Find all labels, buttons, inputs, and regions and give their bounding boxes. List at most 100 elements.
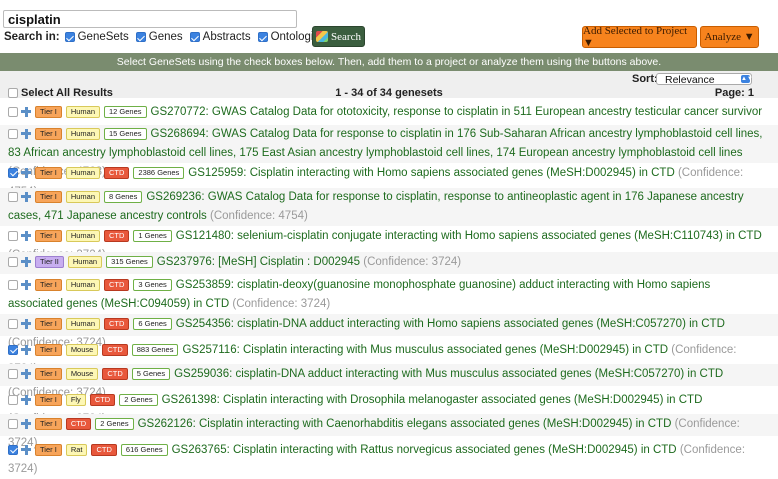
geneset-title-link[interactable]: Cisplatin interacting with Caenorhabditi…	[199, 418, 671, 430]
add-geneset-icon[interactable]	[21, 368, 31, 379]
result-checkbox[interactable]	[8, 344, 18, 355]
ctd-badge: CTD	[104, 278, 130, 291]
result-checkbox[interactable]	[8, 256, 18, 267]
species-badge: Rat	[65, 443, 88, 456]
result-checkbox[interactable]	[8, 394, 18, 405]
gene-count-badge: 2386 Genes	[133, 166, 185, 179]
result-checkbox[interactable]	[8, 368, 18, 379]
gene-count-badge: 2 Genes	[95, 417, 134, 430]
search-input[interactable]: cisplatin	[3, 10, 297, 28]
result-checkbox[interactable]	[8, 128, 18, 139]
geneset-title-link[interactable]: Cisplatin interacting with Homo sapiens …	[250, 167, 675, 179]
result-row: Tier II Human 315 Genes GS237976: [MeSH] Ci…	[0, 252, 778, 274]
geneset-id-link[interactable]: GS269236:	[146, 191, 204, 203]
species-badge: Human	[65, 229, 100, 242]
geneset-title-link[interactable]: cisplatin-DNA adduct interacting with Mu…	[236, 368, 724, 380]
result-lead	[8, 106, 35, 117]
add-to-project-button[interactable]: Add Selected to Project ▼	[582, 25, 697, 49]
geneset-id-link[interactable]: GS262126:	[138, 418, 196, 430]
tier-badge: Tier I	[35, 417, 62, 430]
result-checkbox[interactable]	[8, 191, 18, 202]
geneset-title-link[interactable]: [MeSH] Cisplatin : D002945	[218, 256, 360, 268]
add-geneset-icon[interactable]	[21, 191, 31, 202]
analyze-button[interactable]: Analyze ▼	[700, 26, 759, 48]
geneset-title-link[interactable]: Cisplatin interacting with Rattus norveg…	[233, 444, 677, 456]
checkbox-abstracts[interactable]	[189, 32, 200, 42]
result-checkbox[interactable]	[8, 279, 18, 290]
result-lead	[8, 444, 35, 455]
tier-badge: Tier I	[35, 343, 62, 356]
confidence-label: (Confidence: 3724)	[363, 256, 462, 268]
result-row: Tier I Human CTD 3 Genes GS253859: cisplatin…	[0, 276, 778, 314]
select-arrows-icon: ▲▼	[741, 75, 753, 83]
result-row: Tier I Rat CTD 616 Genes GS263765: Cisplatin…	[0, 440, 778, 475]
add-geneset-icon[interactable]	[21, 344, 31, 355]
ctd-badge: CTD	[102, 343, 128, 356]
search-button-label: Search	[331, 30, 361, 43]
geneset-id-link[interactable]: GS121480:	[176, 230, 234, 242]
search-logo-icon	[316, 31, 329, 42]
search-button[interactable]: Search	[312, 26, 365, 47]
add-geneset-icon[interactable]	[21, 394, 31, 405]
add-geneset-icon[interactable]	[21, 106, 31, 117]
result-lead	[8, 256, 35, 267]
result-lead	[8, 167, 35, 178]
option-genes-label: Genes	[148, 31, 183, 43]
checkbox-genes[interactable]	[135, 32, 146, 42]
geneset-title-link[interactable]: Cisplatin interacting with Mus musculus …	[243, 344, 668, 356]
result-row: Tier I CTD 2 Genes GS262126: Cisplatin inte…	[0, 414, 778, 449]
add-geneset-icon[interactable]	[21, 318, 31, 329]
result-lead	[8, 318, 35, 329]
tier-badge: Tier I	[35, 105, 62, 118]
result-checkbox[interactable]	[8, 167, 18, 178]
tier-badge: Tier I	[35, 367, 62, 380]
add-geneset-icon[interactable]	[21, 256, 31, 267]
result-checkbox[interactable]	[8, 418, 18, 429]
geneset-id-link[interactable]: GS259036:	[174, 368, 232, 380]
result-checkbox[interactable]	[8, 318, 18, 329]
geneset-id-link[interactable]: GS263765:	[172, 444, 230, 456]
gene-count-badge: 2 Genes	[119, 393, 158, 406]
geneset-id-link[interactable]: GS254356:	[176, 318, 234, 330]
geneset-id-link[interactable]: GS237976:	[157, 256, 215, 268]
geneset-id-link[interactable]: GS261398:	[162, 394, 220, 406]
results-controls: Sort: Relevance ▲▼ Select All Results 1 -…	[0, 71, 778, 99]
option-abstracts[interactable]: Abstracts	[189, 31, 251, 43]
result-row: Tier I Human CTD 6 Genes GS254356: cisplatin…	[0, 314, 778, 349]
result-checkbox[interactable]	[8, 230, 18, 241]
geneset-title-link[interactable]: Cisplatin interacting with Drosophila me…	[223, 394, 702, 406]
option-genesets[interactable]: GeneSets	[64, 31, 129, 43]
result-lead	[8, 191, 35, 202]
result-count: 1 - 34 of 34 genesets	[335, 87, 443, 99]
checkbox-ontologies[interactable]	[257, 32, 268, 42]
gene-count-badge: 12 Genes	[104, 105, 147, 118]
add-geneset-icon[interactable]	[21, 128, 31, 139]
checkbox-genesets[interactable]	[64, 32, 75, 42]
add-geneset-icon[interactable]	[21, 444, 31, 455]
add-geneset-icon[interactable]	[21, 418, 31, 429]
geneset-id-link[interactable]: GS257116:	[182, 344, 239, 356]
geneset-title-link[interactable]: cisplatin-DNA adduct interacting with Ho…	[237, 318, 725, 330]
add-geneset-icon[interactable]	[21, 230, 31, 241]
species-badge: Human	[65, 278, 100, 291]
result-row: Tier I Mouse CTD 5 Genes GS259036: cisplatin…	[0, 364, 778, 399]
sort-select[interactable]: Relevance ▲▼	[656, 73, 753, 86]
tier-badge: Tier I	[35, 278, 62, 291]
species-badge: Fly	[65, 393, 86, 406]
ctd-badge: CTD	[102, 367, 128, 380]
add-geneset-icon[interactable]	[21, 279, 31, 290]
geneset-id-link[interactable]: GS270772:	[151, 106, 209, 118]
option-abstracts-label: Abstracts	[202, 31, 251, 43]
ctd-badge: CTD	[104, 229, 130, 242]
result-checkbox[interactable]	[8, 444, 18, 455]
result-checkbox[interactable]	[8, 106, 18, 117]
geneset-id-link[interactable]: GS268694:	[151, 128, 209, 140]
geneset-id-link[interactable]: GS253859:	[176, 279, 234, 291]
option-genes[interactable]: Genes	[135, 31, 183, 43]
species-badge: Human	[65, 190, 100, 203]
add-geneset-icon[interactable]	[21, 167, 31, 178]
result-lead	[8, 344, 35, 355]
geneset-id-link[interactable]: GS125959:	[188, 167, 246, 179]
geneset-title-link[interactable]: selenium-cisplatin conjugate interacting…	[237, 230, 762, 242]
ctd-badge: CTD	[104, 166, 130, 179]
